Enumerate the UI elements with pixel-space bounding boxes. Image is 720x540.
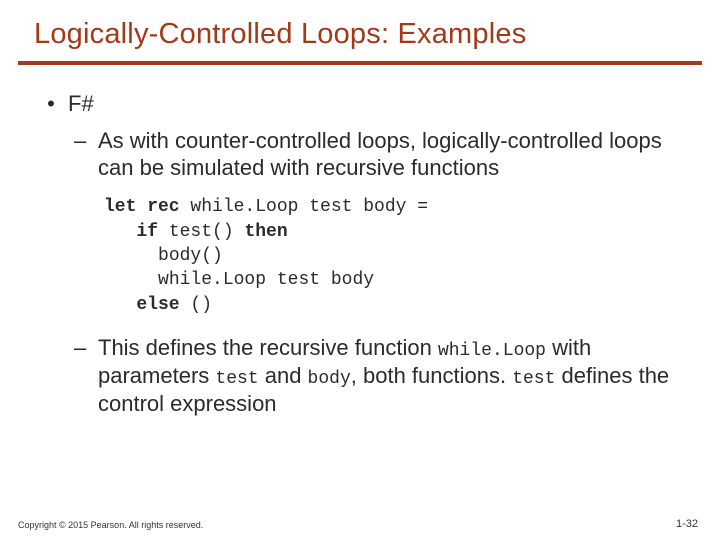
slide-body: • F# – As with counter-controlled loops,… xyxy=(0,65,720,418)
code-l1b: while.Loop test body = xyxy=(180,197,428,217)
code-block: let rec while.Loop test body = if test()… xyxy=(104,195,676,316)
bullet-level2-1: – As with counter-controlled loops, logi… xyxy=(74,128,676,182)
bullet-level2-2: – This defines the recursive function wh… xyxy=(74,335,676,418)
t1: This defines the recursive function xyxy=(98,335,438,360)
page-number: 1-32 xyxy=(676,518,698,530)
code-l5b: () xyxy=(180,295,212,315)
bullet-dot: • xyxy=(44,91,58,118)
code-kw-if: if xyxy=(136,222,158,242)
bullet-dash: – xyxy=(74,335,88,418)
slide: Logically-Controlled Loops: Examples • F… xyxy=(0,0,720,540)
bullet-dash: – xyxy=(74,128,88,182)
code-kw-let-rec: let rec xyxy=(104,197,180,217)
t3: and xyxy=(259,363,308,388)
inline-code-test: test xyxy=(215,369,258,389)
inline-code-whileLoop: while.Loop xyxy=(438,341,546,361)
bullet-level1-text: F# xyxy=(68,91,94,118)
code-l3: body() xyxy=(158,246,223,266)
inline-code-test2: test xyxy=(512,369,555,389)
code-l4: while.Loop test body xyxy=(158,270,374,290)
code-kw-then: then xyxy=(244,222,287,242)
code-kw-else: else xyxy=(136,295,179,315)
bullet-level2-2-text: This defines the recursive function whil… xyxy=(98,335,676,418)
t4: , both functions. xyxy=(351,363,512,388)
bullet-level1: • F# xyxy=(44,91,676,118)
code-l2b: test() xyxy=(158,222,244,242)
inline-code-body: body xyxy=(308,369,351,389)
slide-title: Logically-Controlled Loops: Examples xyxy=(0,0,720,61)
bullet-level2-1-text: As with counter-controlled loops, logica… xyxy=(98,128,676,182)
copyright-text: Copyright © 2015 Pearson. All rights res… xyxy=(18,520,203,530)
